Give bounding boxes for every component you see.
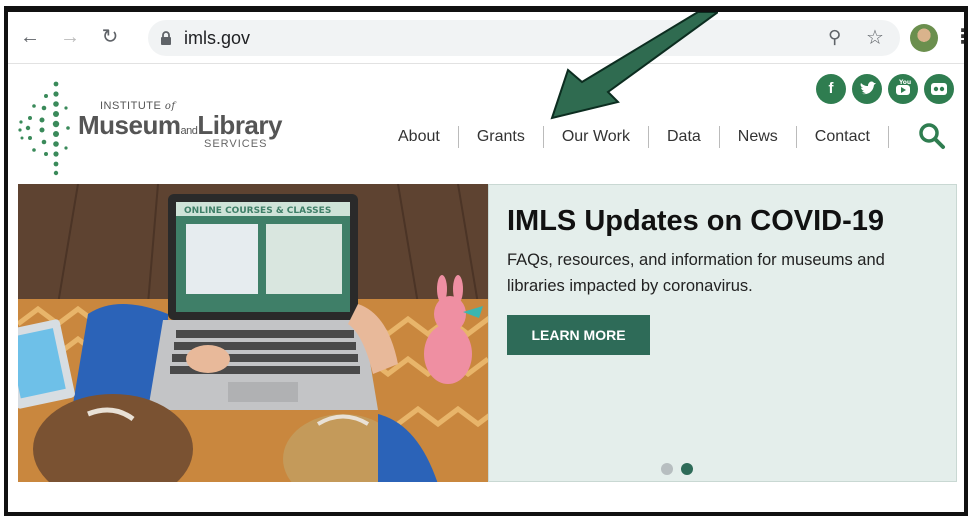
nav-our-work[interactable]: Our Work bbox=[544, 126, 649, 148]
lock-icon bbox=[161, 31, 171, 45]
zoom-icon[interactable]: ⚲ bbox=[828, 27, 841, 48]
hero-text-panel: IMLS Updates on COVID-19 FAQs, resources… bbox=[488, 184, 957, 482]
facebook-icon[interactable]: f bbox=[816, 74, 846, 104]
learn-more-button[interactable]: LEARN MORE bbox=[507, 315, 650, 355]
url-text[interactable]: imls.gov bbox=[184, 28, 250, 49]
hero-description: FAQs, resources, and information for mus… bbox=[507, 251, 885, 295]
flickr-icon[interactable] bbox=[924, 74, 954, 104]
profile-avatar[interactable] bbox=[910, 24, 938, 52]
site-header: INSTITUTE of MuseumandLibrary SERVICES f… bbox=[8, 64, 964, 184]
hero-banner: ONLINE COURSES & CLASSES IMLS Updates on… bbox=[18, 184, 957, 482]
nav-grants[interactable]: Grants bbox=[459, 126, 544, 148]
logo-main-text: MuseumandLibrary bbox=[78, 110, 282, 140]
bookmark-star-icon[interactable]: ☆ bbox=[866, 25, 884, 50]
imls-logo-mark[interactable] bbox=[16, 78, 72, 178]
logo-services-text: SERVICES bbox=[204, 138, 268, 150]
nav-news[interactable]: News bbox=[720, 126, 797, 148]
carousel-dot-2[interactable] bbox=[681, 463, 693, 475]
forward-arrow-icon[interactable]: → bbox=[58, 25, 82, 49]
laptop-screen-text: ONLINE COURSES & CLASSES bbox=[184, 206, 331, 216]
svg-text:You: You bbox=[898, 79, 911, 86]
back-arrow-icon[interactable]: ← bbox=[18, 25, 42, 49]
youtube-icon[interactable]: You bbox=[888, 74, 918, 104]
kebab-menu-icon[interactable]: ⋮ bbox=[953, 24, 964, 49]
nav-about[interactable]: About bbox=[392, 126, 459, 148]
screenshot-frame: ← → ↻ imls.gov ⚲ ☆ ⋮ bbox=[4, 6, 968, 516]
annotation-arrow-icon bbox=[550, 12, 718, 120]
nav-data[interactable]: Data bbox=[649, 126, 720, 148]
hero-illustration: ONLINE COURSES & CLASSES bbox=[18, 184, 488, 482]
search-icon[interactable] bbox=[918, 122, 946, 150]
nav-contact[interactable]: Contact bbox=[797, 126, 889, 148]
hero-title: IMLS Updates on COVID-19 bbox=[507, 205, 885, 237]
browser-toolbar: ← → ↻ imls.gov ⚲ ☆ ⋮ bbox=[8, 12, 964, 64]
reload-icon[interactable]: ↻ bbox=[98, 25, 122, 49]
hero-photo: ONLINE COURSES & CLASSES bbox=[18, 184, 488, 482]
address-bar[interactable]: imls.gov ⚲ ☆ bbox=[148, 20, 900, 56]
twitter-icon[interactable] bbox=[852, 74, 882, 104]
carousel-dot-1[interactable] bbox=[661, 463, 673, 475]
main-nav: About Grants Our Work Data News Contact bbox=[392, 122, 889, 152]
